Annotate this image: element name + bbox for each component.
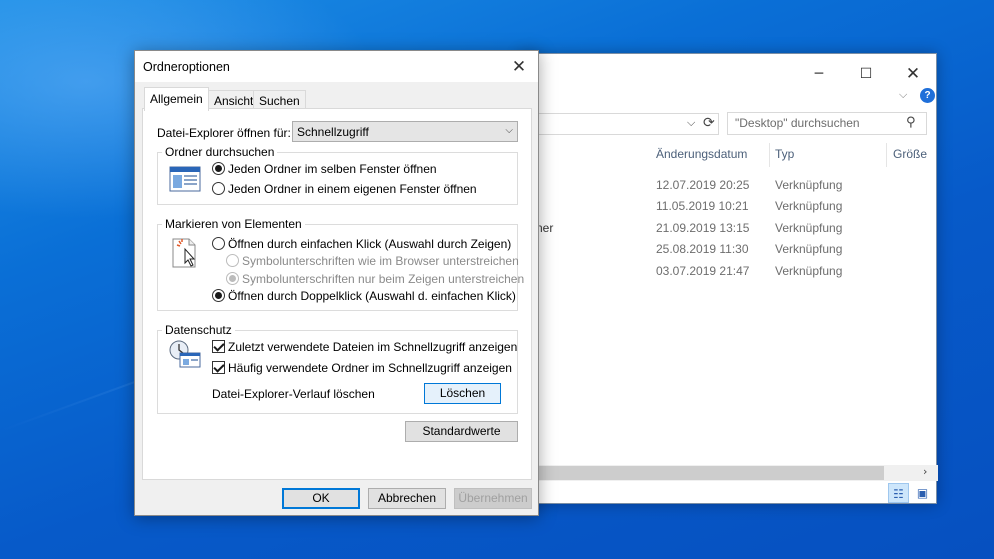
folder-options-dialog: Ordneroptionen ✕ Allgemein Ansicht Suche… [134, 50, 539, 516]
close-icon[interactable]: ✕ [504, 54, 534, 80]
address-history-chevron-icon[interactable]: ⌵ [687, 116, 695, 130]
minimize-button[interactable]: ─ [796, 60, 842, 88]
same-window-label[interactable]: Jeden Ordner im selben Fenster öffnen [228, 162, 437, 176]
close-button[interactable]: ✕ [890, 60, 936, 88]
dialog-title: Ordneroptionen [143, 60, 230, 74]
radio-same-window[interactable] [212, 162, 225, 175]
restore-defaults-button[interactable]: Standardwerte [405, 421, 518, 442]
clear-history-button[interactable]: Löschen [424, 383, 501, 404]
file-type: Verknüpfung [775, 242, 843, 256]
new-window-label[interactable]: Jeden Ordner in einem eigenen Fenster öf… [228, 182, 477, 196]
file-date: 21.09.2019 13:15 [656, 221, 750, 235]
recent-files-label[interactable]: Zuletzt verwendete Dateien im Schnellzug… [228, 340, 517, 354]
privacy-title: Datenschutz [162, 323, 235, 337]
maximize-button[interactable]: ☐ [843, 60, 889, 88]
open-for-label: Datei-Explorer öffnen für: [157, 126, 291, 140]
frequent-folders-label[interactable]: Häufig verwendete Ordner im Schnellzugri… [228, 361, 512, 375]
ribbon-expand-icon[interactable]: ⌵ [899, 88, 907, 102]
column-header-date[interactable]: Änderungsdatum [656, 147, 747, 161]
underline-hover-label[interactable]: Symbolunterschriften nur beim Zeigen unt… [242, 272, 524, 286]
single-click-label[interactable]: Öffnen durch einfachen Klick (Auswahl du… [228, 237, 511, 251]
browse-folders-title: Ordner durchsuchen [162, 145, 278, 159]
double-click-label[interactable]: Öffnen durch Doppelklick (Auswahl d. ein… [228, 289, 516, 303]
checkbox-frequent-folders[interactable] [212, 361, 225, 374]
folder-window-icon [169, 166, 201, 192]
column-header-size[interactable]: Größe [893, 147, 927, 161]
file-date: 11.05.2019 10:21 [656, 199, 749, 213]
file-row[interactable]: 25.08.2019 11:30 Verknüpfung [521, 239, 901, 260]
radio-double-click[interactable] [212, 289, 225, 302]
search-input[interactable]: "Desktop" durchsuchen [727, 112, 927, 135]
radio-new-window[interactable] [212, 182, 225, 195]
click-pointer-icon [172, 238, 196, 268]
underline-browser-label[interactable]: Symbolunterschriften wie im Browser unte… [242, 254, 519, 268]
file-row[interactable]: 12.07.2019 20:25 Verknüpfung [521, 175, 901, 196]
open-for-dropdown[interactable]: Schnellzugriff ⌵ [292, 121, 518, 142]
file-explorer-window: ─ ☐ ✕ ⌵ ? ⌵ ⟳ "Desktop" durchsuchen ⚲ Än… [519, 53, 938, 504]
chevron-down-icon: ⌵ [505, 125, 513, 136]
refresh-icon[interactable]: ⟳ [703, 115, 715, 131]
clear-history-label: Datei-Explorer-Verlauf löschen [212, 387, 375, 401]
file-row[interactable]: 03.07.2019 21:47 Verknüpfung [521, 261, 901, 282]
privacy-history-icon [169, 340, 201, 368]
file-date: 03.07.2019 21:47 [656, 264, 750, 278]
file-date: 25.08.2019 11:30 [656, 242, 749, 256]
file-row[interactable]: ner 21.09.2019 13:15 Verknüpfung [521, 218, 901, 239]
file-type: Verknüpfung [775, 199, 843, 213]
scroll-right-icon[interactable]: › [923, 465, 927, 478]
radio-underline-browser[interactable] [226, 254, 239, 267]
column-divider[interactable] [769, 143, 770, 167]
scrollbar-thumb[interactable] [521, 466, 884, 480]
open-for-value: Schnellzugriff [297, 125, 369, 139]
radio-underline-hover[interactable] [226, 272, 239, 285]
file-type: Verknüpfung [775, 178, 843, 192]
file-date: 12.07.2019 20:25 [656, 178, 750, 192]
search-icon[interactable]: ⚲ [906, 115, 916, 130]
ok-button[interactable]: OK [282, 488, 360, 509]
checkbox-recent-files[interactable] [212, 340, 225, 353]
file-row[interactable]: 11.05.2019 10:21 Verknüpfung [521, 196, 901, 217]
details-view-icon[interactable]: ☷ [888, 483, 909, 503]
tab-allgemein[interactable]: Allgemein [144, 87, 209, 111]
file-type: Verknüpfung [775, 221, 843, 235]
column-divider[interactable] [886, 143, 887, 167]
file-type: Verknüpfung [775, 264, 843, 278]
apply-button[interactable]: Übernehmen [454, 488, 532, 509]
column-header-type[interactable]: Typ [775, 147, 794, 161]
help-icon[interactable]: ? [920, 88, 935, 103]
dialog-titlebar[interactable]: Ordneroptionen ✕ [135, 51, 538, 82]
large-icons-view-icon[interactable]: ▣ [912, 483, 933, 503]
radio-single-click[interactable] [212, 237, 225, 250]
cancel-button[interactable]: Abbrechen [368, 488, 446, 509]
browse-folders-group [157, 152, 518, 205]
click-items-title: Markieren von Elementen [162, 217, 305, 231]
